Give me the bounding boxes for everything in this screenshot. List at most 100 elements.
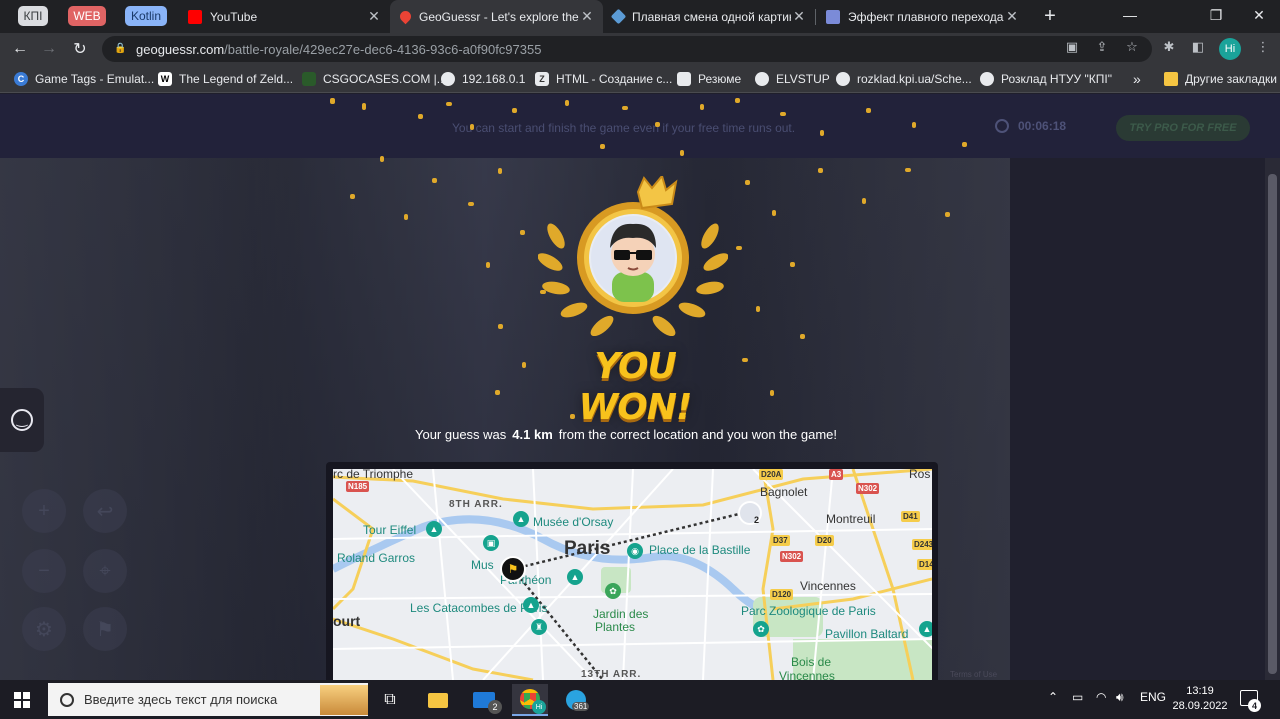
- game-page: You can start and finish the game even i…: [0, 94, 1280, 680]
- volume-icon[interactable]: 🔊︎: [1116, 690, 1124, 705]
- bookmark-item[interactable]: C Game Tags - Emulat...: [14, 70, 154, 88]
- telegram-button[interactable]: 361: [558, 684, 594, 716]
- bookmark-item[interactable]: 192.168.0.1: [441, 70, 525, 88]
- road-shield: D20A: [759, 469, 784, 480]
- file-explorer-button[interactable]: [420, 684, 456, 716]
- task-view-button[interactable]: ⧉: [372, 684, 408, 716]
- new-tab-button[interactable]: +: [1038, 4, 1062, 28]
- mail-button[interactable]: 2: [466, 684, 502, 716]
- confetti-piece: [498, 168, 502, 174]
- wikipedia-icon: W: [158, 72, 172, 86]
- wifi-icon[interactable]: ◠: [1096, 690, 1106, 704]
- tab-css-transition[interactable]: Эффект плавного перехода на CSS ✕: [816, 0, 1028, 33]
- map-label: Jardin des: [593, 607, 649, 621]
- close-icon[interactable]: ✕: [791, 8, 807, 25]
- bookmark-item[interactable]: CSGOCASES.COM |...: [302, 70, 447, 88]
- road-shield: N185: [346, 481, 370, 492]
- other-bookmarks-folder[interactable]: Другие закладки: [1164, 70, 1277, 88]
- bookmark-item[interactable]: Резюме: [677, 70, 741, 88]
- confetti-piece: [418, 114, 423, 119]
- browser-toolbar: ← → ↻ 🔒 geoguessr.com/battle-royale/429e…: [0, 33, 1280, 65]
- reload-button[interactable]: ↻: [68, 37, 92, 61]
- minimize-button[interactable]: —: [1107, 0, 1153, 30]
- back-button[interactable]: ←: [8, 37, 32, 61]
- site-icon: [826, 9, 840, 24]
- search-icon: [60, 692, 74, 707]
- winner-medal: [538, 176, 728, 336]
- road-shield: D20: [815, 535, 834, 546]
- correct-location-marker[interactable]: ⚑: [500, 556, 526, 582]
- pinned-tab-kotlin[interactable]: Kotlin: [125, 6, 167, 26]
- tower-icon: ▲: [426, 521, 442, 537]
- bookmark-star-icon[interactable]: ☆: [1123, 38, 1141, 56]
- folder-icon: [1164, 72, 1178, 86]
- pinned-tab-kpi[interactable]: КПІ: [18, 6, 48, 26]
- victory-overlay: YOU WON! Your guess was 4.1 km from the co…: [0, 94, 1280, 680]
- confetti-piece: [735, 98, 740, 103]
- windows-taskbar: Введите здесь текст для поиска ⧉ 2 Hi 36…: [0, 680, 1280, 719]
- youtube-icon: [188, 9, 202, 24]
- close-icon[interactable]: ✕: [366, 8, 382, 25]
- profile-avatar[interactable]: Hi: [1219, 38, 1241, 60]
- mail-badge: 2: [488, 700, 502, 714]
- extensions-icon[interactable]: ✱: [1160, 38, 1178, 56]
- confetti-piece: [655, 122, 660, 127]
- confetti-piece: [330, 98, 335, 104]
- map-label: Bagnolet: [760, 485, 808, 499]
- close-icon[interactable]: ✕: [1004, 8, 1020, 25]
- more-bookmarks-button[interactable]: »: [1133, 70, 1141, 88]
- bookmark-item[interactable]: ELVSTUP: [755, 70, 830, 88]
- maximize-button[interactable]: ❐: [1193, 0, 1239, 30]
- window-close-button[interactable]: ✕: [1236, 0, 1280, 30]
- system-clock[interactable]: 13:19 28.09.2022: [1170, 684, 1230, 714]
- task-view-icon: ⧉: [384, 691, 396, 708]
- map-label: Musée d'Orsay: [533, 515, 614, 529]
- terms-of-use-link[interactable]: Terms of Use: [950, 670, 997, 679]
- road-shield: D37: [771, 535, 790, 546]
- confetti-piece: [770, 390, 774, 396]
- site-icon: [302, 72, 316, 86]
- chrome-button[interactable]: Hi: [512, 684, 548, 716]
- player-guess-marker[interactable]: 2: [738, 501, 762, 525]
- result-map[interactable]: rc de Triomphe 8TH ARR. Musée d'Orsay To…: [333, 469, 932, 680]
- translate-icon[interactable]: ▣: [1063, 38, 1081, 56]
- language-indicator[interactable]: ENG: [1140, 690, 1166, 704]
- address-bar[interactable]: 🔒 geoguessr.com/battle-royale/429ec27e-d…: [102, 36, 1152, 62]
- zoo-icon: ✿: [753, 621, 769, 637]
- battery-icon[interactable]: ▭: [1072, 690, 1083, 704]
- tab-title: YouTube: [210, 9, 258, 24]
- bookmark-item[interactable]: Розклад НТУУ "КПІ": [980, 70, 1112, 88]
- confetti-piece: [495, 390, 500, 395]
- pinned-tab-web[interactable]: WEB: [68, 6, 106, 26]
- close-icon[interactable]: ✕: [579, 8, 595, 25]
- tab-youtube[interactable]: YouTube ✕: [178, 0, 390, 33]
- bookmark-item[interactable]: Z HTML - Создание с...: [535, 70, 672, 88]
- start-button[interactable]: [4, 684, 40, 716]
- menu-icon[interactable]: ⋮: [1254, 38, 1272, 56]
- side-panel-icon[interactable]: ◧: [1189, 38, 1207, 56]
- map-label: 8TH ARR.: [449, 499, 503, 510]
- road-shield: A3: [829, 469, 844, 480]
- url-host: geoguessr.com: [136, 41, 225, 57]
- map-label: Ros: [909, 469, 931, 481]
- map-label: Vincennes: [800, 579, 856, 593]
- map-label: ourt: [333, 613, 361, 629]
- confetti-piece: [756, 306, 760, 312]
- confetti-piece: [790, 262, 795, 267]
- search-highlight-icon: [320, 684, 368, 715]
- taskbar-search[interactable]: Введите здесь текст для поиска: [48, 683, 368, 716]
- bookmark-item[interactable]: rozklad.kpi.ua/Sche...: [836, 70, 972, 88]
- show-hidden-icons[interactable]: ⌃: [1048, 690, 1058, 704]
- confetti-piece: [736, 246, 742, 250]
- windows-icon: [14, 692, 30, 708]
- share-icon[interactable]: ⇪: [1093, 38, 1111, 56]
- bookmark-item[interactable]: W The Legend of Zeld...: [158, 70, 293, 88]
- forward-button[interactable]: →: [37, 37, 61, 61]
- park-icon: ✿: [605, 583, 621, 599]
- notification-count: 4: [1248, 699, 1261, 712]
- map-label: rc de Triomphe: [333, 469, 414, 481]
- road-shield: D120: [770, 589, 794, 600]
- tab-geoguessr[interactable]: GeoGuessr - Let's explore the w ✕: [390, 0, 603, 33]
- tab-smooth-image[interactable]: Плавная смена одной картинки ✕: [603, 0, 815, 33]
- confetti-piece: [446, 102, 452, 106]
